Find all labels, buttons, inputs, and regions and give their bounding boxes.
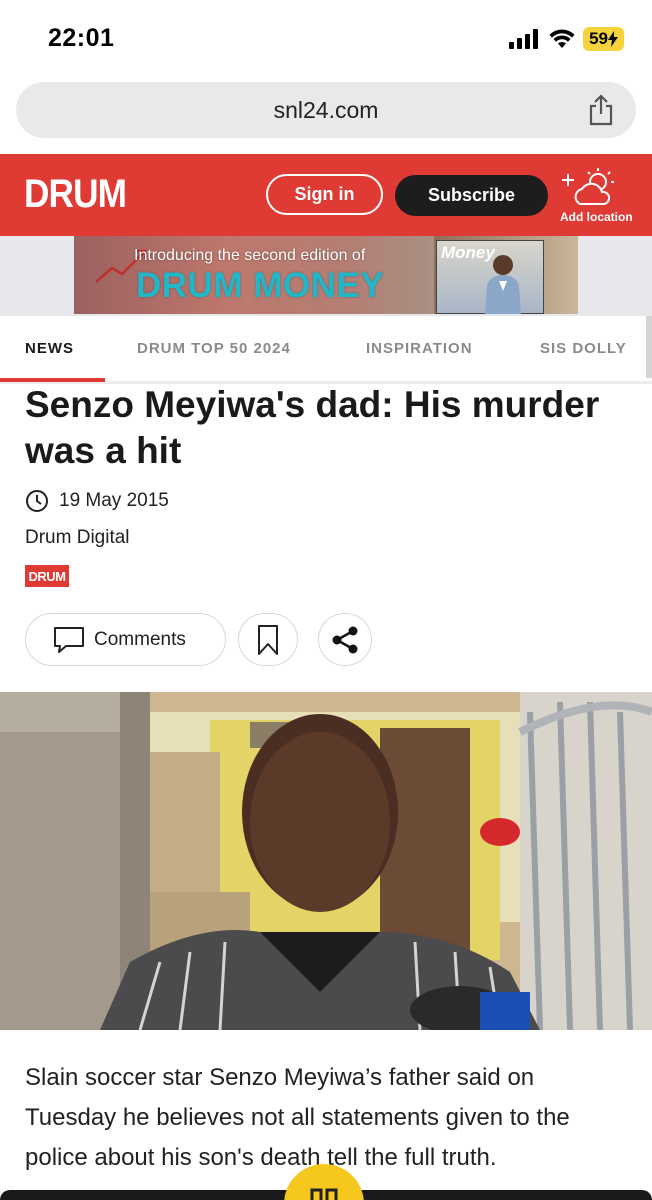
bookmark-icon [258,624,278,655]
status-icons: 59 [509,26,624,52]
photo-illustration [0,692,652,1030]
bookmark-button[interactable] [238,613,298,666]
magazine-cover: Money [436,240,544,314]
charging-bolt-icon [608,31,618,47]
battery-indicator: 59 [583,27,624,51]
clock-icon [26,490,48,512]
share-nodes-icon [332,626,358,653]
tab-inspiration[interactable]: INSPIRATION [366,340,473,357]
date-text: 19 May 2015 [59,490,169,511]
article-date: 19 May 2015 [25,489,169,513]
banner-title: DRUM MONEY [136,266,385,305]
article-body: Slain soccer star Senzo Meyiwa’s father … [25,1064,570,1171]
tab-sis-dolly[interactable]: SIS DOLLY [540,340,627,357]
status-bar: 22:01 59 [0,0,652,78]
battery-level: 59 [589,29,608,48]
share-button[interactable] [318,613,372,666]
subscribe-button[interactable]: Subscribe [395,175,548,216]
sign-in-button[interactable]: Sign in [266,174,383,215]
banner-intro: Introducing the second edition of [134,247,366,264]
comments-button[interactable]: Comments [25,613,226,666]
comment-icon [54,626,84,653]
address-bar[interactable]: snl24.com [16,82,636,138]
drum-money-banner[interactable]: Introducing the second edition of DRUM M… [74,236,578,314]
share-icon[interactable] [586,94,616,126]
cover-person-image [485,255,521,314]
article-author[interactable]: Drum Digital [25,527,130,549]
add-location-label: Add location [560,210,633,224]
partly-sunny-icon [562,168,614,205]
tab-news[interactable]: NEWS [25,340,74,357]
url-text[interactable]: snl24.com [274,97,379,124]
pause-icon [310,1188,338,1200]
tab-drum-top-50[interactable]: DRUM TOP 50 2024 [137,340,291,357]
comments-label: Comments [94,628,186,650]
article-photo [0,692,652,1030]
article-headline: Senzo Meyiwa's dad: His murder was a hit [25,384,600,471]
wifi-icon [549,29,575,48]
site-header: DRUM Sign in Subscribe Add location [0,154,652,236]
drum-badge: DRUM [25,565,69,587]
status-time: 22:01 [48,24,115,52]
add-location-button[interactable]: Add location [558,166,638,230]
nav-scrollbar[interactable] [646,316,652,378]
signal-icon [509,29,539,49]
section-nav: NEWS DRUM TOP 50 2024 INSPIRATION SIS DO… [0,316,652,384]
drum-logo[interactable]: DRUM [24,172,127,217]
